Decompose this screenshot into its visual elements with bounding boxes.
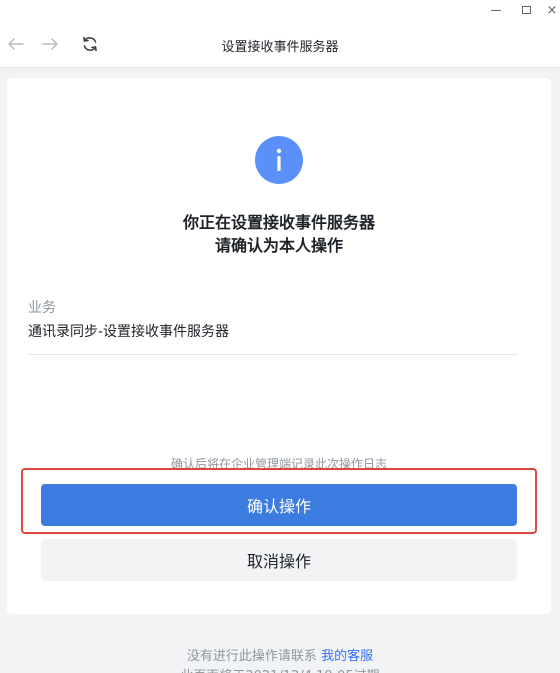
title-bar: × — [0, 0, 560, 20]
close-button[interactable]: × — [540, 0, 560, 20]
dialog-subheading: 请确认为本人操作 — [214, 236, 343, 255]
maximize-button[interactable] — [514, 0, 538, 20]
info-icon — [255, 136, 303, 184]
divider — [28, 354, 518, 355]
dialog-heading: 你正在设置接收事件服务器 — [182, 213, 375, 232]
confirmation-card: 你正在设置接收事件服务器 请确认为本人操作 业务 通讯录同步-设置接收事件服务器… — [7, 78, 551, 614]
page-title: 设置接收事件服务器 — [221, 40, 339, 55]
app-window: × 设置接收事件服务器 你正在设置接收事件服务器 请确认为本人操作 业务 通讯录… — [0, 0, 560, 673]
business-value: 通讯录同步-设置接收事件服务器 — [28, 324, 230, 340]
minimize-icon — [491, 9, 501, 11]
footer-expiry: 此页面将于2021/12/4 19:05过期 — [0, 665, 560, 673]
maximize-icon — [521, 6, 531, 14]
confirm-button[interactable]: 确认操作 — [41, 484, 517, 526]
footer-contact-text: 没有进行此操作请联系 — [186, 649, 322, 664]
business-label: 业务 — [28, 300, 56, 316]
cancel-button[interactable]: 取消操作 — [41, 539, 517, 581]
minimize-button[interactable] — [484, 0, 508, 20]
footer-contact: 没有进行此操作请联系 我的客服 — [0, 645, 560, 664]
info-glyph — [276, 148, 282, 171]
close-icon: × — [546, 2, 558, 18]
navigation-bar: 设置接收事件服务器 — [0, 20, 560, 68]
customer-service-link[interactable]: 我的客服 — [321, 649, 373, 664]
